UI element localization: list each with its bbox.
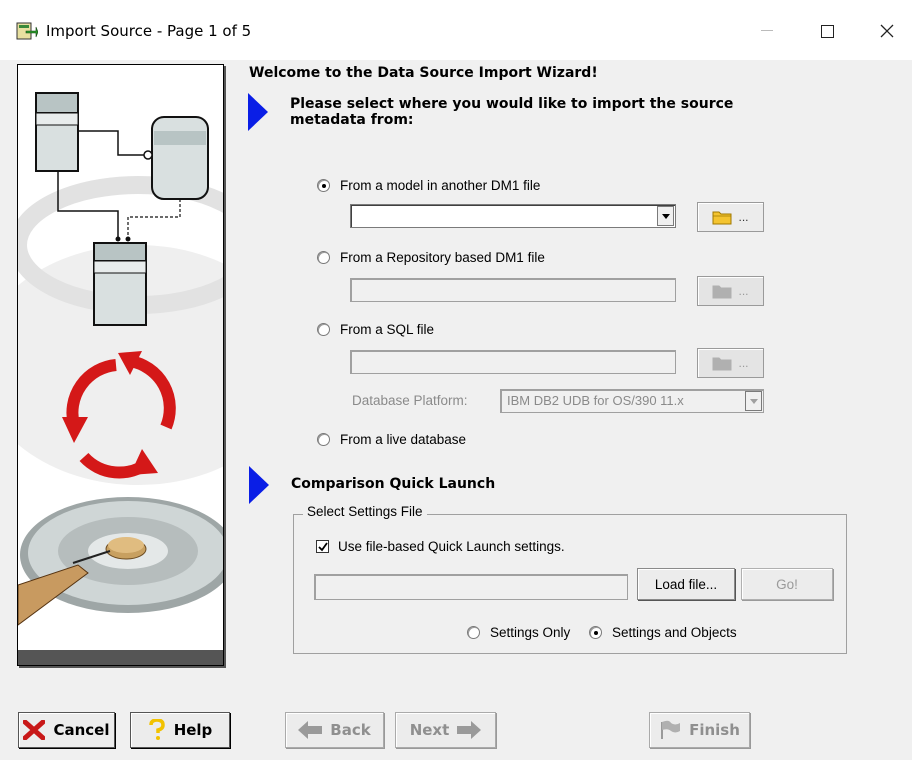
browse-model-button[interactable]: ... [697,202,764,232]
next-label: Next [409,721,450,739]
radio-label: From a model in another DM1 file [340,178,541,193]
cancel-button[interactable]: Cancel [18,712,115,748]
repository-dm1-field[interactable] [350,278,676,302]
maximize-button[interactable] [812,18,842,44]
database-platform-value: IBM DB2 UDB for OS/390 11.x [507,393,684,408]
finish-label: Finish [689,721,740,739]
radio-label: Settings Only [490,625,571,640]
settings-file-group-label: Select Settings File [303,504,427,519]
folder-icon [712,211,732,225]
browse-sql-button[interactable]: ... [697,348,764,378]
browse-label: ... [738,210,749,224]
checkbox-label: Use file-based Quick Launch settings. [338,539,565,554]
close-icon [880,24,894,38]
load-file-button[interactable]: Load file... [637,568,735,600]
radio-button[interactable] [317,433,330,446]
radio-settings-and-objects[interactable]: Settings and Objects [589,625,737,640]
import-wizard-icon [16,21,39,41]
folder-icon [712,285,732,299]
help-question-icon [148,719,165,740]
chevron-down-icon[interactable] [745,391,762,411]
model-dm1-file-combo[interactable] [350,204,676,228]
wizard-body: Welcome to the Data Source Import Wizard… [0,60,912,760]
radio-button[interactable] [589,626,602,639]
browse-label: ... [738,284,749,298]
finish-button[interactable]: Finish [649,712,750,748]
radio-label: From a SQL file [340,322,435,337]
next-arrow-icon [457,721,482,739]
checkmark-icon [318,542,328,552]
browse-label: ... [738,356,749,370]
section-arrow-icon [249,466,269,504]
settings-file-path-field[interactable] [314,574,628,600]
sql-file-field[interactable] [350,350,676,374]
minimize-button[interactable] [752,18,782,44]
maximize-icon [820,24,834,38]
help-label: Help [173,721,213,739]
radio-button[interactable] [317,251,330,264]
database-platform-select[interactable]: IBM DB2 UDB for OS/390 11.x [500,389,764,413]
title-bar: Import Source - Page 1 of 5 [0,0,912,60]
radio-label: Settings and Objects [612,625,737,640]
cancel-label: Cancel [53,721,110,739]
radio-label: From a live database [340,432,467,447]
back-button[interactable]: Back [285,712,384,748]
radio-sql-file[interactable]: From a SQL file [317,322,434,337]
radio-button[interactable] [317,323,330,336]
import-source-prompt: Please select where you would like to im… [290,96,734,128]
finish-flag-icon [661,720,681,739]
radio-label: From a Repository based DM1 file [340,250,545,265]
cancel-x-icon [23,720,46,740]
back-label: Back [330,721,371,739]
close-button[interactable] [872,18,902,44]
help-button[interactable]: Help [130,712,230,748]
folder-icon [712,357,732,371]
checkbox[interactable] [316,540,329,553]
radio-settings-only[interactable]: Settings Only [467,625,570,640]
go-button[interactable]: Go! [741,568,833,600]
radio-live-database[interactable]: From a live database [317,432,466,447]
wizard-side-illustration [17,64,224,666]
radio-button[interactable] [317,179,330,192]
section-arrow-icon [248,93,268,131]
back-arrow-icon [298,721,323,739]
browse-repository-button[interactable]: ... [697,276,764,306]
database-platform-label: Database Platform: [352,393,468,408]
radio-model-dm1[interactable]: From a model in another DM1 file [317,178,540,193]
chevron-down-icon[interactable] [657,206,674,226]
window-title: Import Source - Page 1 of 5 [46,22,252,40]
radio-repository-dm1[interactable]: From a Repository based DM1 file [317,250,545,265]
wizard-welcome-heading: Welcome to the Data Source Import Wizard… [249,65,598,81]
use-file-quick-launch-checkbox[interactable]: Use file-based Quick Launch settings. [316,539,565,554]
radio-button[interactable] [467,626,480,639]
quick-launch-heading: Comparison Quick Launch [291,476,496,492]
next-button[interactable]: Next [395,712,496,748]
